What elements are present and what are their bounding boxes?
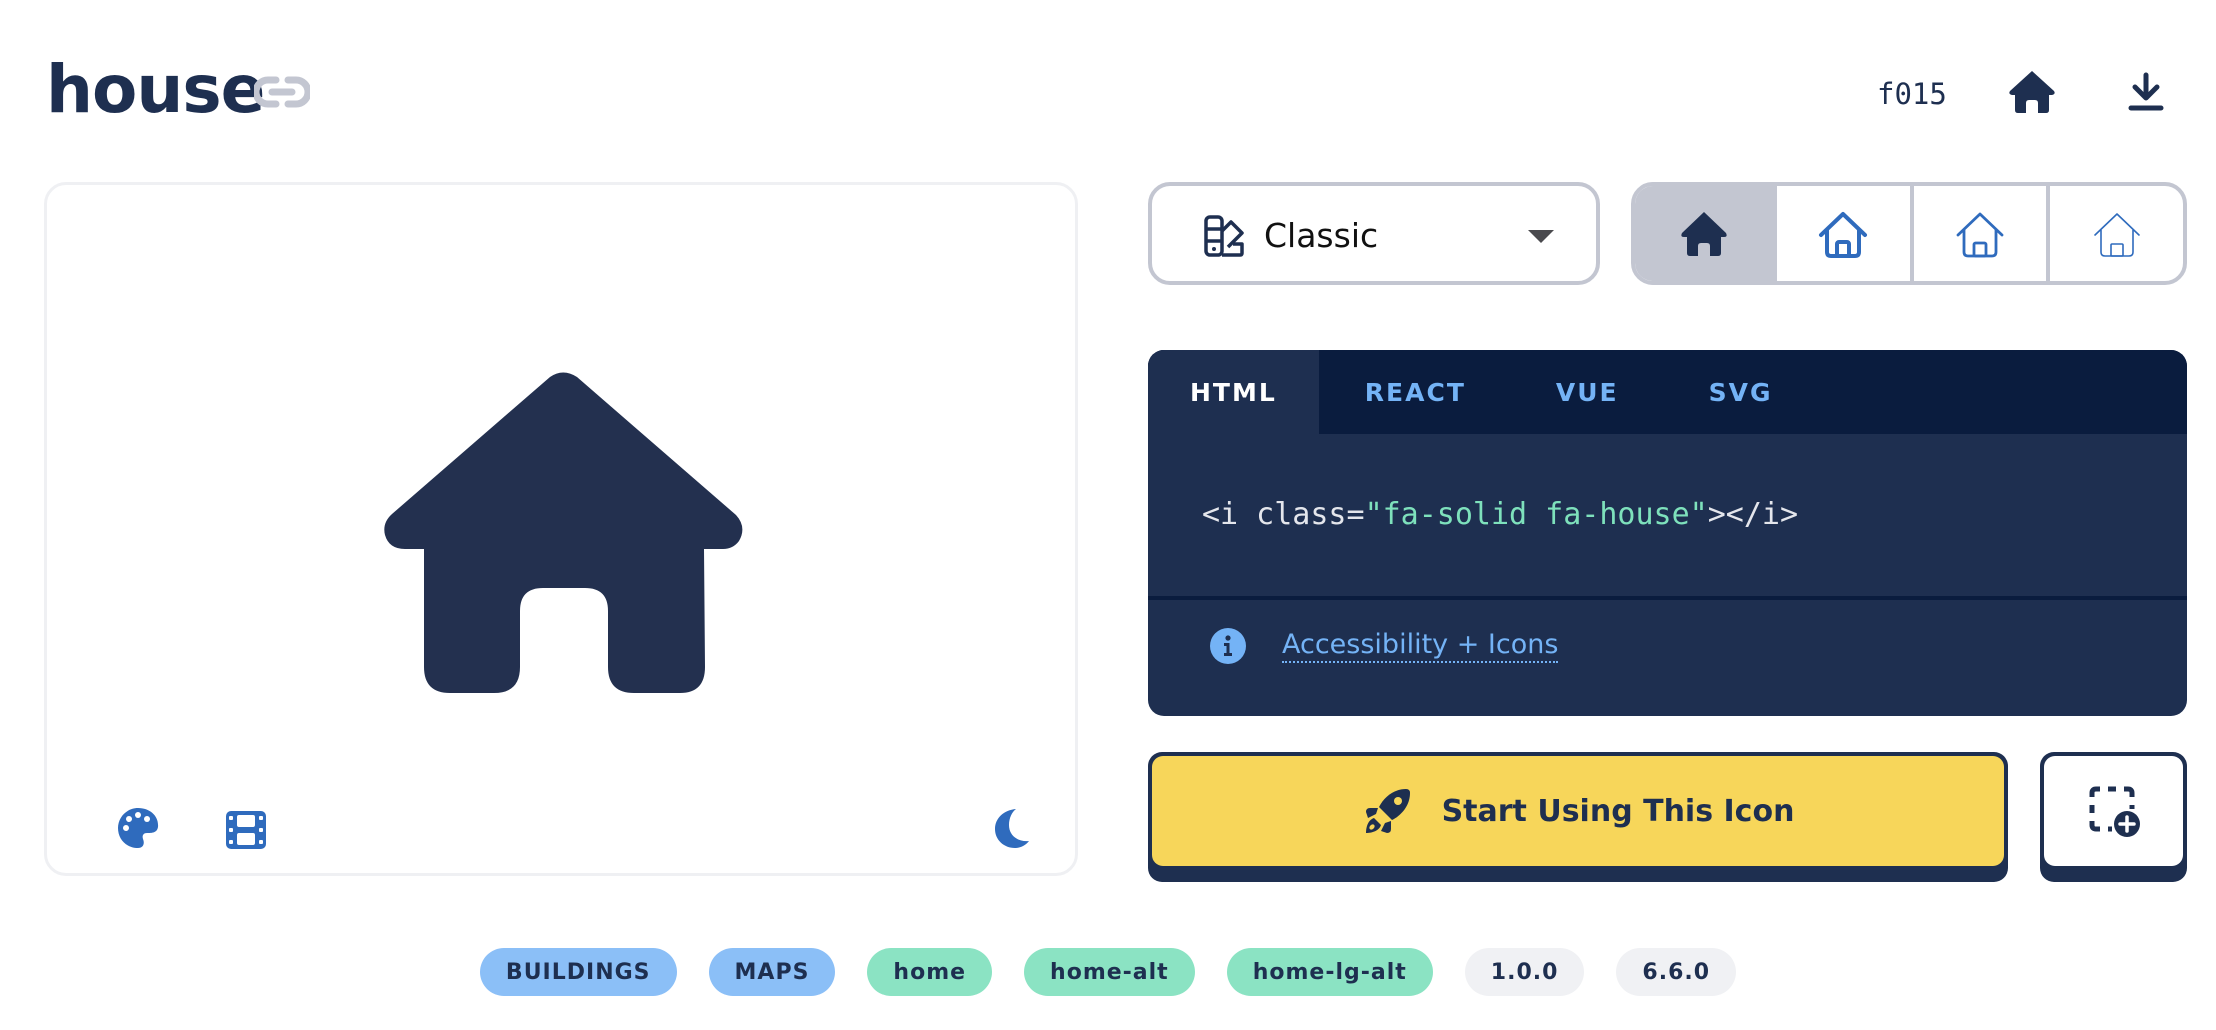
house-regular-icon: [1819, 211, 1868, 258]
tab-vue[interactable]: VUE: [1556, 350, 1619, 434]
code-snippet-card: HTML REACT VUE SVG <i class="fa-solid fa…: [1148, 350, 2187, 716]
code-prefix: <i class=: [1202, 497, 1365, 532]
download-icon[interactable]: [2128, 72, 2164, 112]
icon-title: house: [46, 51, 265, 128]
tab-svg[interactable]: SVG: [1709, 350, 1773, 434]
palette-icon[interactable]: [116, 806, 160, 850]
house-light-icon: [1956, 212, 2004, 257]
code-tabs: HTML REACT VUE SVG: [1148, 350, 2187, 434]
divider: [1148, 596, 2187, 600]
variant-light-button[interactable]: [1909, 186, 2047, 281]
category-tag[interactable]: MAPS: [708, 948, 836, 996]
version-tag[interactable]: 6.6.0: [1616, 948, 1737, 996]
alias-tag[interactable]: home: [867, 948, 993, 996]
unicode-value[interactable]: f015: [1877, 76, 1947, 112]
variant-solid-button[interactable]: [1635, 186, 1773, 281]
tab-html[interactable]: HTML: [1148, 350, 1319, 434]
house-icon[interactable]: [2008, 70, 2056, 114]
caret-down-icon: [1528, 230, 1554, 243]
variant-regular-button[interactable]: [1773, 186, 1910, 281]
style-family-select[interactable]: Classic: [1148, 182, 1600, 285]
category-tag[interactable]: BUILDINGS: [479, 948, 677, 996]
link-icon[interactable]: [252, 74, 312, 110]
info-circle-icon: [1210, 628, 1246, 664]
version-tag[interactable]: 1.0.0: [1464, 948, 1585, 996]
house-icon: [384, 371, 744, 693]
style-variant-group: [1631, 182, 2187, 285]
start-using-button[interactable]: Start Using This Icon: [1148, 752, 2008, 882]
code-string: "fa-solid fa-house": [1364, 497, 1708, 532]
rocket-icon: [1362, 785, 1414, 837]
house-thin-icon: [2093, 212, 2140, 257]
accessibility-link[interactable]: Accessibility + Icons: [1210, 628, 1559, 664]
alias-tag[interactable]: home-alt: [1024, 948, 1195, 996]
square-dashed-circle-plus-icon: [2089, 786, 2140, 837]
style-select-value: Classic: [1264, 216, 1379, 255]
swatchbook-icon: [1202, 214, 1246, 258]
code-suffix: ></i>: [1707, 497, 1799, 532]
icon-tags: BUILDINGS MAPS home home-alt home-lg-alt…: [0, 948, 2216, 996]
house-solid-icon: [1681, 211, 1727, 256]
tab-react[interactable]: REACT: [1365, 350, 1466, 434]
film-icon[interactable]: [224, 808, 268, 852]
alias-tag[interactable]: home-lg-alt: [1226, 948, 1433, 996]
accessibility-link-text: Accessibility + Icons: [1282, 629, 1559, 663]
moon-icon[interactable]: [990, 806, 1034, 850]
variant-thin-button[interactable]: [2046, 186, 2183, 281]
add-to-kit-button[interactable]: [2040, 752, 2187, 882]
code-snippet[interactable]: <i class="fa-solid fa-house"></i>: [1202, 493, 1798, 537]
start-using-label: Start Using This Icon: [1441, 793, 1795, 829]
